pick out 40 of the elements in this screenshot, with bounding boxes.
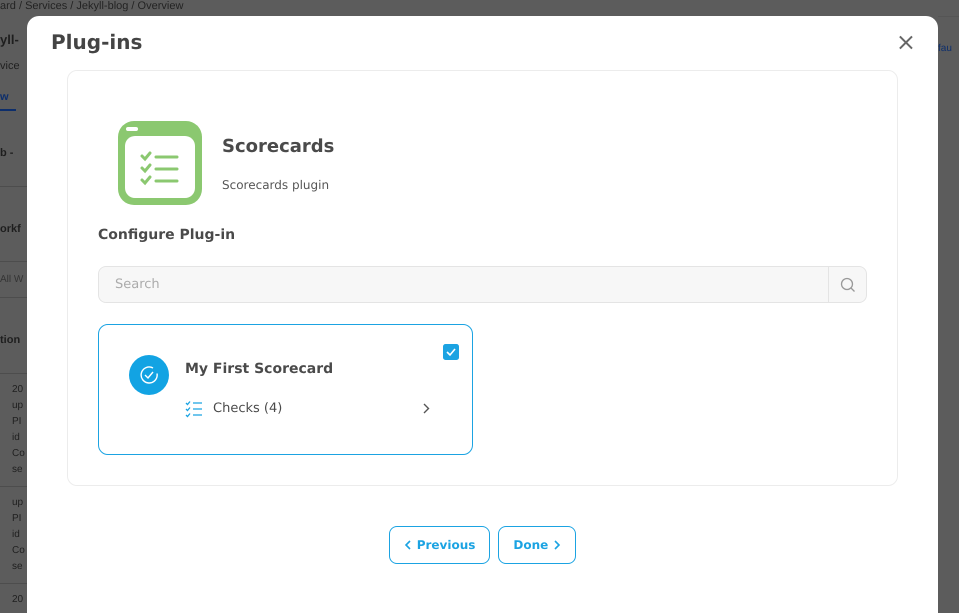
entry-text: id [12, 432, 20, 442]
page-title: yll- [0, 31, 20, 49]
section-title: Configure Plug-in [98, 226, 236, 245]
checks-link[interactable]: Checks (4) [185, 398, 458, 420]
previous-button[interactable]: Previous [388, 526, 490, 564]
page-subtitle: vice [0, 59, 21, 74]
link-text[interactable]: fau [938, 43, 952, 54]
section-heading: tion [0, 334, 20, 346]
entry-text: Co [12, 544, 25, 556]
breadcrumb: ard / Services / Jekyll-blog / Overview [0, 0, 184, 13]
entry-text: up [12, 496, 24, 508]
chevron-icon [423, 403, 430, 414]
check-circle-icon [129, 355, 169, 395]
entry-text: Co [12, 448, 25, 458]
chevron-right-icon [554, 540, 562, 550]
entry-text: PI [12, 512, 22, 524]
checklist-icon [185, 400, 203, 418]
entry-text: up [12, 400, 24, 410]
search-button[interactable] [828, 266, 867, 303]
entry-text: se [12, 560, 23, 572]
scorecard-card[interactable]: My First Scorecard Checks (4) [98, 324, 473, 454]
entry-text: PI [12, 416, 22, 426]
entry-text: id [12, 528, 20, 540]
section-heading: b - [0, 147, 14, 159]
checklist-icon [118, 121, 202, 205]
scorecard-name: My First Scorecard [185, 360, 334, 379]
checkbox[interactable] [443, 344, 459, 360]
plugin-name: Scorecards [222, 134, 334, 158]
modal-title: Plug-ins [51, 30, 142, 54]
section-heading: orkf [0, 222, 21, 234]
search-icon [840, 276, 856, 292]
tab[interactable]: w [0, 88, 16, 111]
close-button[interactable]: × [892, 30, 920, 54]
search-field[interactable]: Search [98, 266, 828, 303]
plugin-description: Scorecards plugin [222, 176, 330, 194]
done-button[interactable]: Done [498, 526, 576, 564]
chevron-left-icon [404, 540, 411, 550]
entry-text: se [12, 464, 23, 474]
entry-text: 20 [12, 384, 24, 394]
entry-text: 20 [12, 594, 24, 604]
